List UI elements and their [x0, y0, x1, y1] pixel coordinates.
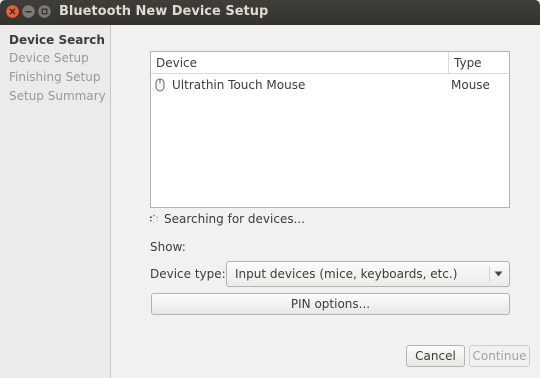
main-panel: Device Type Ultrathin Touch Mouse Mouse … — [111, 25, 540, 378]
step-device-search: Device Search — [9, 33, 105, 47]
step-finishing-setup: Finishing Setup — [9, 70, 101, 84]
pin-options-button[interactable]: PIN options... — [151, 293, 510, 315]
device-type: Mouse — [451, 78, 490, 92]
device-type-dropdown[interactable]: Input devices (mice, keyboards, etc.) — [226, 261, 510, 287]
minimize-icon — [22, 5, 35, 18]
show-label: Show: — [150, 240, 186, 254]
setup-steps-sidebar: Device Search Device Setup Finishing Set… — [0, 25, 111, 378]
dropdown-divider — [489, 266, 490, 282]
continue-button[interactable]: Continue — [469, 345, 530, 367]
chevron-down-icon — [494, 271, 503, 277]
close-icon — [6, 5, 19, 18]
minimize-button[interactable] — [22, 5, 35, 18]
device-list[interactable]: Device Type Ultrathin Touch Mouse Mouse — [150, 51, 510, 208]
device-type-label: Device type: — [150, 267, 226, 281]
title-bar: Bluetooth New Device Setup — [0, 0, 540, 25]
mouse-icon — [155, 78, 165, 92]
column-header-device[interactable]: Device — [156, 56, 197, 70]
device-name: Ultrathin Touch Mouse — [172, 78, 306, 92]
step-device-setup: Device Setup — [9, 51, 89, 65]
maximize-icon — [38, 5, 51, 18]
list-header: Device Type — [151, 52, 509, 74]
cancel-button[interactable]: Cancel — [406, 345, 465, 367]
device-type-value: Input devices (mice, keyboards, etc.) — [235, 267, 458, 281]
column-header-type[interactable]: Type — [454, 56, 482, 70]
window-title: Bluetooth New Device Setup — [59, 4, 269, 19]
step-setup-summary: Setup Summary — [9, 89, 106, 103]
column-divider — [448, 52, 449, 73]
maximize-button[interactable] — [38, 5, 51, 18]
status-text: Searching for devices... — [164, 212, 306, 226]
close-button[interactable] — [6, 5, 19, 18]
spinner-icon — [149, 214, 159, 224]
device-row[interactable]: Ultrathin Touch Mouse Mouse — [151, 74, 509, 96]
